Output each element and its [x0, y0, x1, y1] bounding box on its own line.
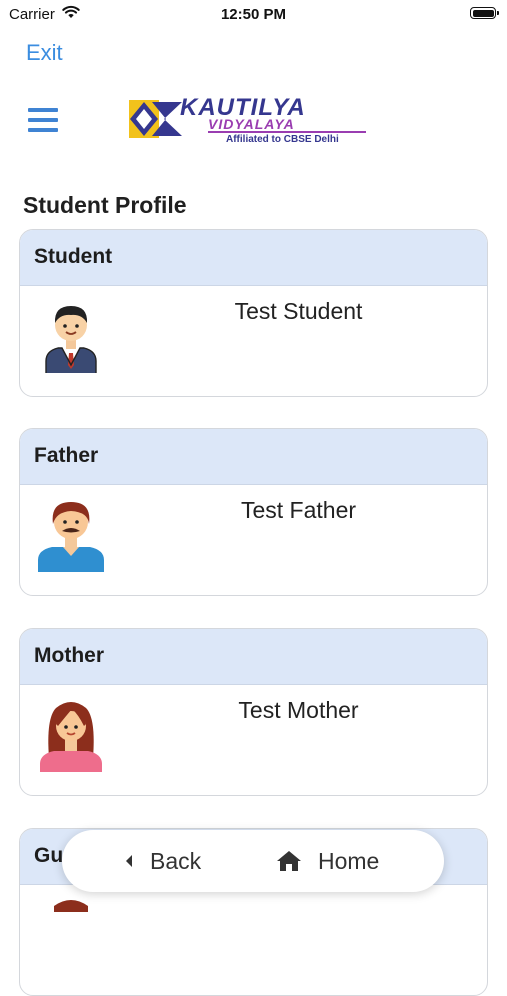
- mother-card[interactable]: Mother Test Mother: [19, 628, 488, 796]
- school-logo: KAUTILYA VIDYALAYA Affiliated to CBSE De…: [128, 94, 373, 146]
- card-header: Student: [20, 230, 487, 286]
- card-header: Mother: [20, 629, 487, 685]
- card-header-label: Mother: [34, 644, 104, 667]
- student-avatar-icon: [45, 306, 97, 373]
- battery-icon: [470, 7, 499, 19]
- card-header-label: Gu: [34, 844, 64, 867]
- back-label: Back: [150, 847, 202, 874]
- guardian-avatar-icon: [54, 900, 88, 912]
- back-arrow-icon: [126, 855, 132, 867]
- home-label: Home: [318, 847, 380, 874]
- home-button[interactable]: Home: [276, 830, 379, 892]
- home-icon: [277, 851, 301, 871]
- hamburger-menu-icon[interactable]: [28, 108, 58, 132]
- exit-button[interactable]: Exit: [26, 40, 63, 66]
- father-name: Test Father: [240, 497, 357, 523]
- back-button[interactable]: Back: [124, 830, 201, 892]
- student-card[interactable]: Student Test Student: [19, 229, 488, 397]
- bottom-nav-bar: Back Home: [62, 830, 444, 892]
- logo-underline: [208, 131, 366, 133]
- card-header-label: Student: [34, 245, 113, 268]
- mother-avatar-icon: [40, 702, 102, 772]
- card-header-label: Father: [34, 444, 99, 467]
- logo-subtitle: VIDYALAYA: [208, 116, 295, 132]
- status-bar: Carrier 12:50 PM: [0, 0, 507, 28]
- father-avatar-icon: [38, 502, 104, 572]
- logo-emblem-icon: [129, 100, 182, 138]
- father-card[interactable]: Father Test Father: [19, 428, 488, 596]
- mother-name: Test Mother: [238, 697, 359, 723]
- page-title: Student Profile: [23, 192, 187, 218]
- student-name: Test Student: [234, 298, 363, 324]
- clock: 12:50 PM: [220, 6, 287, 23]
- card-header: Father: [20, 429, 487, 485]
- logo-tagline: Affiliated to CBSE Delhi: [226, 134, 339, 145]
